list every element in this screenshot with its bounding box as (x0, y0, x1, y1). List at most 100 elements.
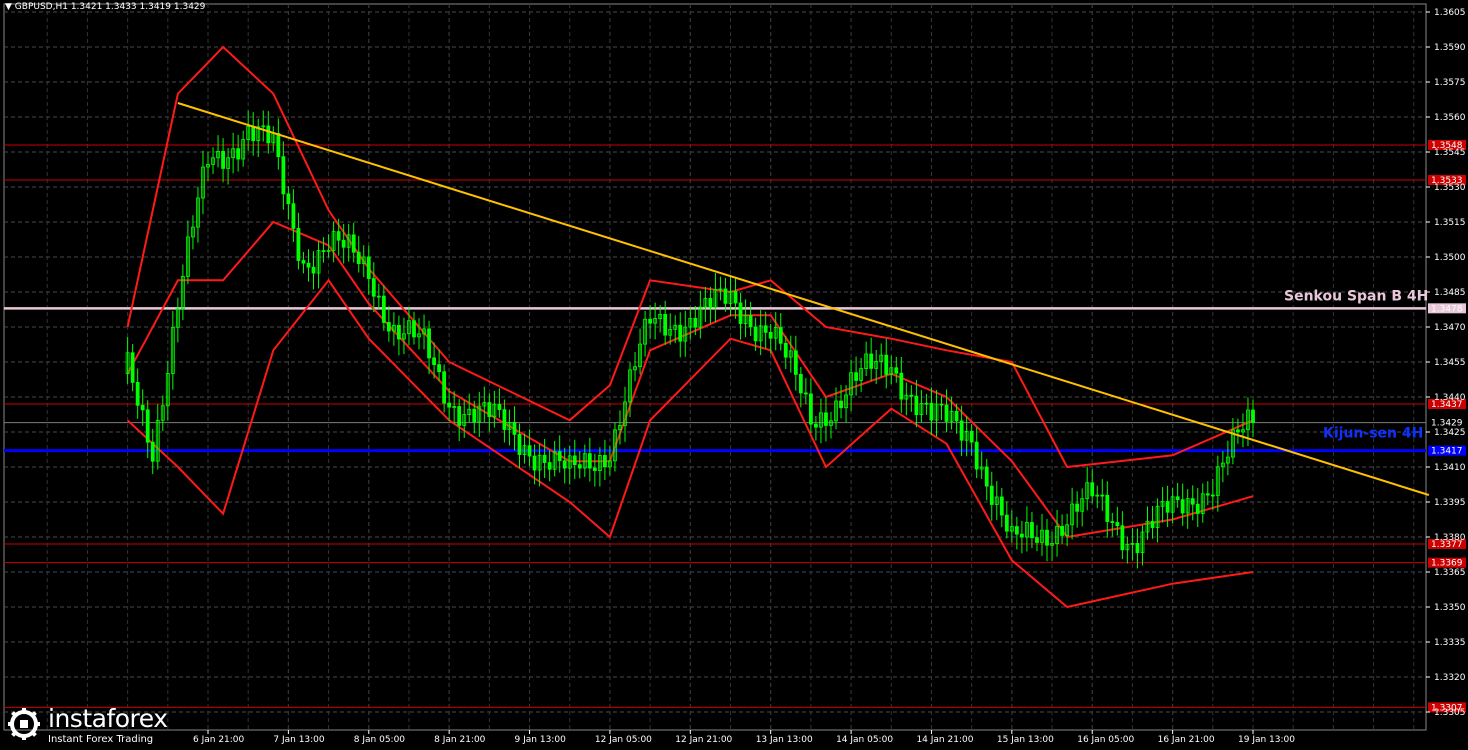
candle-body (386, 322, 391, 332)
candle-body (1004, 514, 1009, 532)
candle-body (572, 455, 577, 466)
candle-body (532, 455, 537, 471)
brand-tagline: Instant Forex Trading (48, 734, 154, 745)
candle-body (1100, 494, 1105, 497)
candle-body (909, 394, 914, 397)
candle-body (974, 441, 979, 470)
candle-body (1110, 521, 1115, 523)
candle-body (1165, 501, 1170, 513)
candle-body (989, 485, 994, 505)
candle-body (321, 250, 326, 252)
candle-body (472, 408, 477, 423)
candle-body (999, 496, 1004, 516)
candle-body (547, 462, 552, 470)
candle-body (562, 460, 567, 469)
candle-body (1251, 409, 1255, 424)
candle-body (723, 288, 728, 304)
y-tick-label: 1.3470 (1434, 323, 1466, 333)
y-tick-label: 1.3305 (1434, 708, 1466, 718)
candle-body (884, 354, 889, 375)
candle-body (1035, 537, 1039, 543)
candle-body (753, 326, 758, 342)
y-tick-label: 1.3545 (1434, 148, 1466, 158)
candle-body (1045, 529, 1049, 546)
candle-body (381, 295, 386, 323)
candle-body (140, 404, 145, 411)
y-tick-label: 1.3455 (1434, 358, 1466, 368)
candle-body (693, 317, 698, 328)
candle-body (512, 422, 517, 435)
y-tick-label: 1.3605 (1434, 8, 1466, 18)
candle-body (969, 430, 974, 443)
candle-body (366, 256, 371, 279)
candle-body (306, 262, 311, 268)
price-axis[interactable]: 1.3605 1.3590 1.3575 1.3560 1.3545 1.3530 1.35… (1426, 8, 1466, 718)
candle-body (527, 445, 532, 457)
x-tick-label: 16 Jan 05:00 (1077, 735, 1134, 745)
candle-body (984, 466, 989, 487)
candle-body (497, 403, 502, 411)
senkou-span-b-value: 1.3478 (1431, 304, 1463, 314)
candle-body (738, 302, 743, 324)
y-tick-label: 1.3575 (1434, 78, 1466, 88)
candle-body (1190, 498, 1195, 505)
symbol-info-header: ▼ GBPUSD,H1 1.3421 1.3433 1.3419 1.3429 (5, 2, 205, 12)
candle-body (135, 381, 140, 406)
candle-body (663, 313, 668, 336)
candle-body (301, 260, 306, 264)
candle-body (145, 409, 150, 443)
candle-body (432, 357, 436, 366)
candle-body (814, 423, 818, 428)
x-tick-label: 12 Jan 05:00 (595, 735, 652, 745)
candle-body (959, 420, 964, 441)
candle-body (1236, 429, 1240, 433)
candle-body (798, 373, 803, 394)
candle-body (824, 412, 828, 426)
candle-body (914, 395, 919, 415)
candle-body (602, 455, 607, 468)
y-tick-label: 1.3500 (1434, 253, 1466, 263)
candle-body (1150, 520, 1155, 528)
candle-body (1205, 493, 1210, 496)
time-axis[interactable]: 6 Jan 21:00 7 Jan 13:00 8 Jan 05:00 8 Jan 2… (193, 730, 1295, 745)
dropdown-triangle-icon[interactable]: ▼ (5, 2, 12, 12)
y-tick-label: 1.3485 (1434, 288, 1466, 298)
candle-body (397, 324, 401, 340)
candle-body (427, 328, 431, 359)
y-tick-label: 1.3530 (1434, 183, 1466, 193)
candle-body (944, 404, 949, 422)
candle-body (954, 410, 959, 422)
candle-body (748, 315, 753, 328)
candle-body (1115, 522, 1120, 527)
candle-body (296, 228, 301, 261)
x-tick-label: 9 Jan 13:00 (515, 735, 567, 745)
candle-body (783, 342, 788, 358)
y-tick-label: 1.3560 (1434, 113, 1466, 123)
x-tick-label: 14 Jan 05:00 (836, 735, 893, 745)
candle-body (939, 403, 944, 406)
symbol-ohlc-text: GBPUSD,H1 1.3421 1.3433 1.3419 1.3429 (14, 2, 206, 12)
y-tick-label: 1.3395 (1434, 498, 1466, 508)
candle-body (266, 125, 271, 144)
candle-body (557, 451, 562, 462)
y-tick-label: 1.3335 (1434, 638, 1466, 648)
candle-body (1180, 499, 1185, 514)
y-tick-label: 1.3365 (1434, 568, 1466, 578)
candle-body (517, 434, 522, 455)
candle-body (1195, 503, 1200, 514)
x-tick-label: 15 Jan 13:00 (997, 735, 1054, 745)
candle-body (130, 352, 135, 383)
x-tick-label: 8 Jan 05:00 (354, 735, 406, 745)
candle-body (1014, 526, 1019, 535)
overlay-labels: Senkou Span B 4H Kijun-sen 4H (1284, 288, 1428, 441)
candle-body (869, 353, 874, 369)
candle-body (442, 371, 447, 404)
candle-body (311, 266, 316, 274)
candle-body (286, 193, 291, 205)
candle-body (457, 406, 462, 426)
x-tick-label: 14 Jan 21:00 (916, 735, 973, 745)
candle-body (341, 239, 346, 248)
candle-body (236, 148, 241, 160)
candle-body (356, 251, 361, 265)
candle-body (894, 367, 899, 374)
